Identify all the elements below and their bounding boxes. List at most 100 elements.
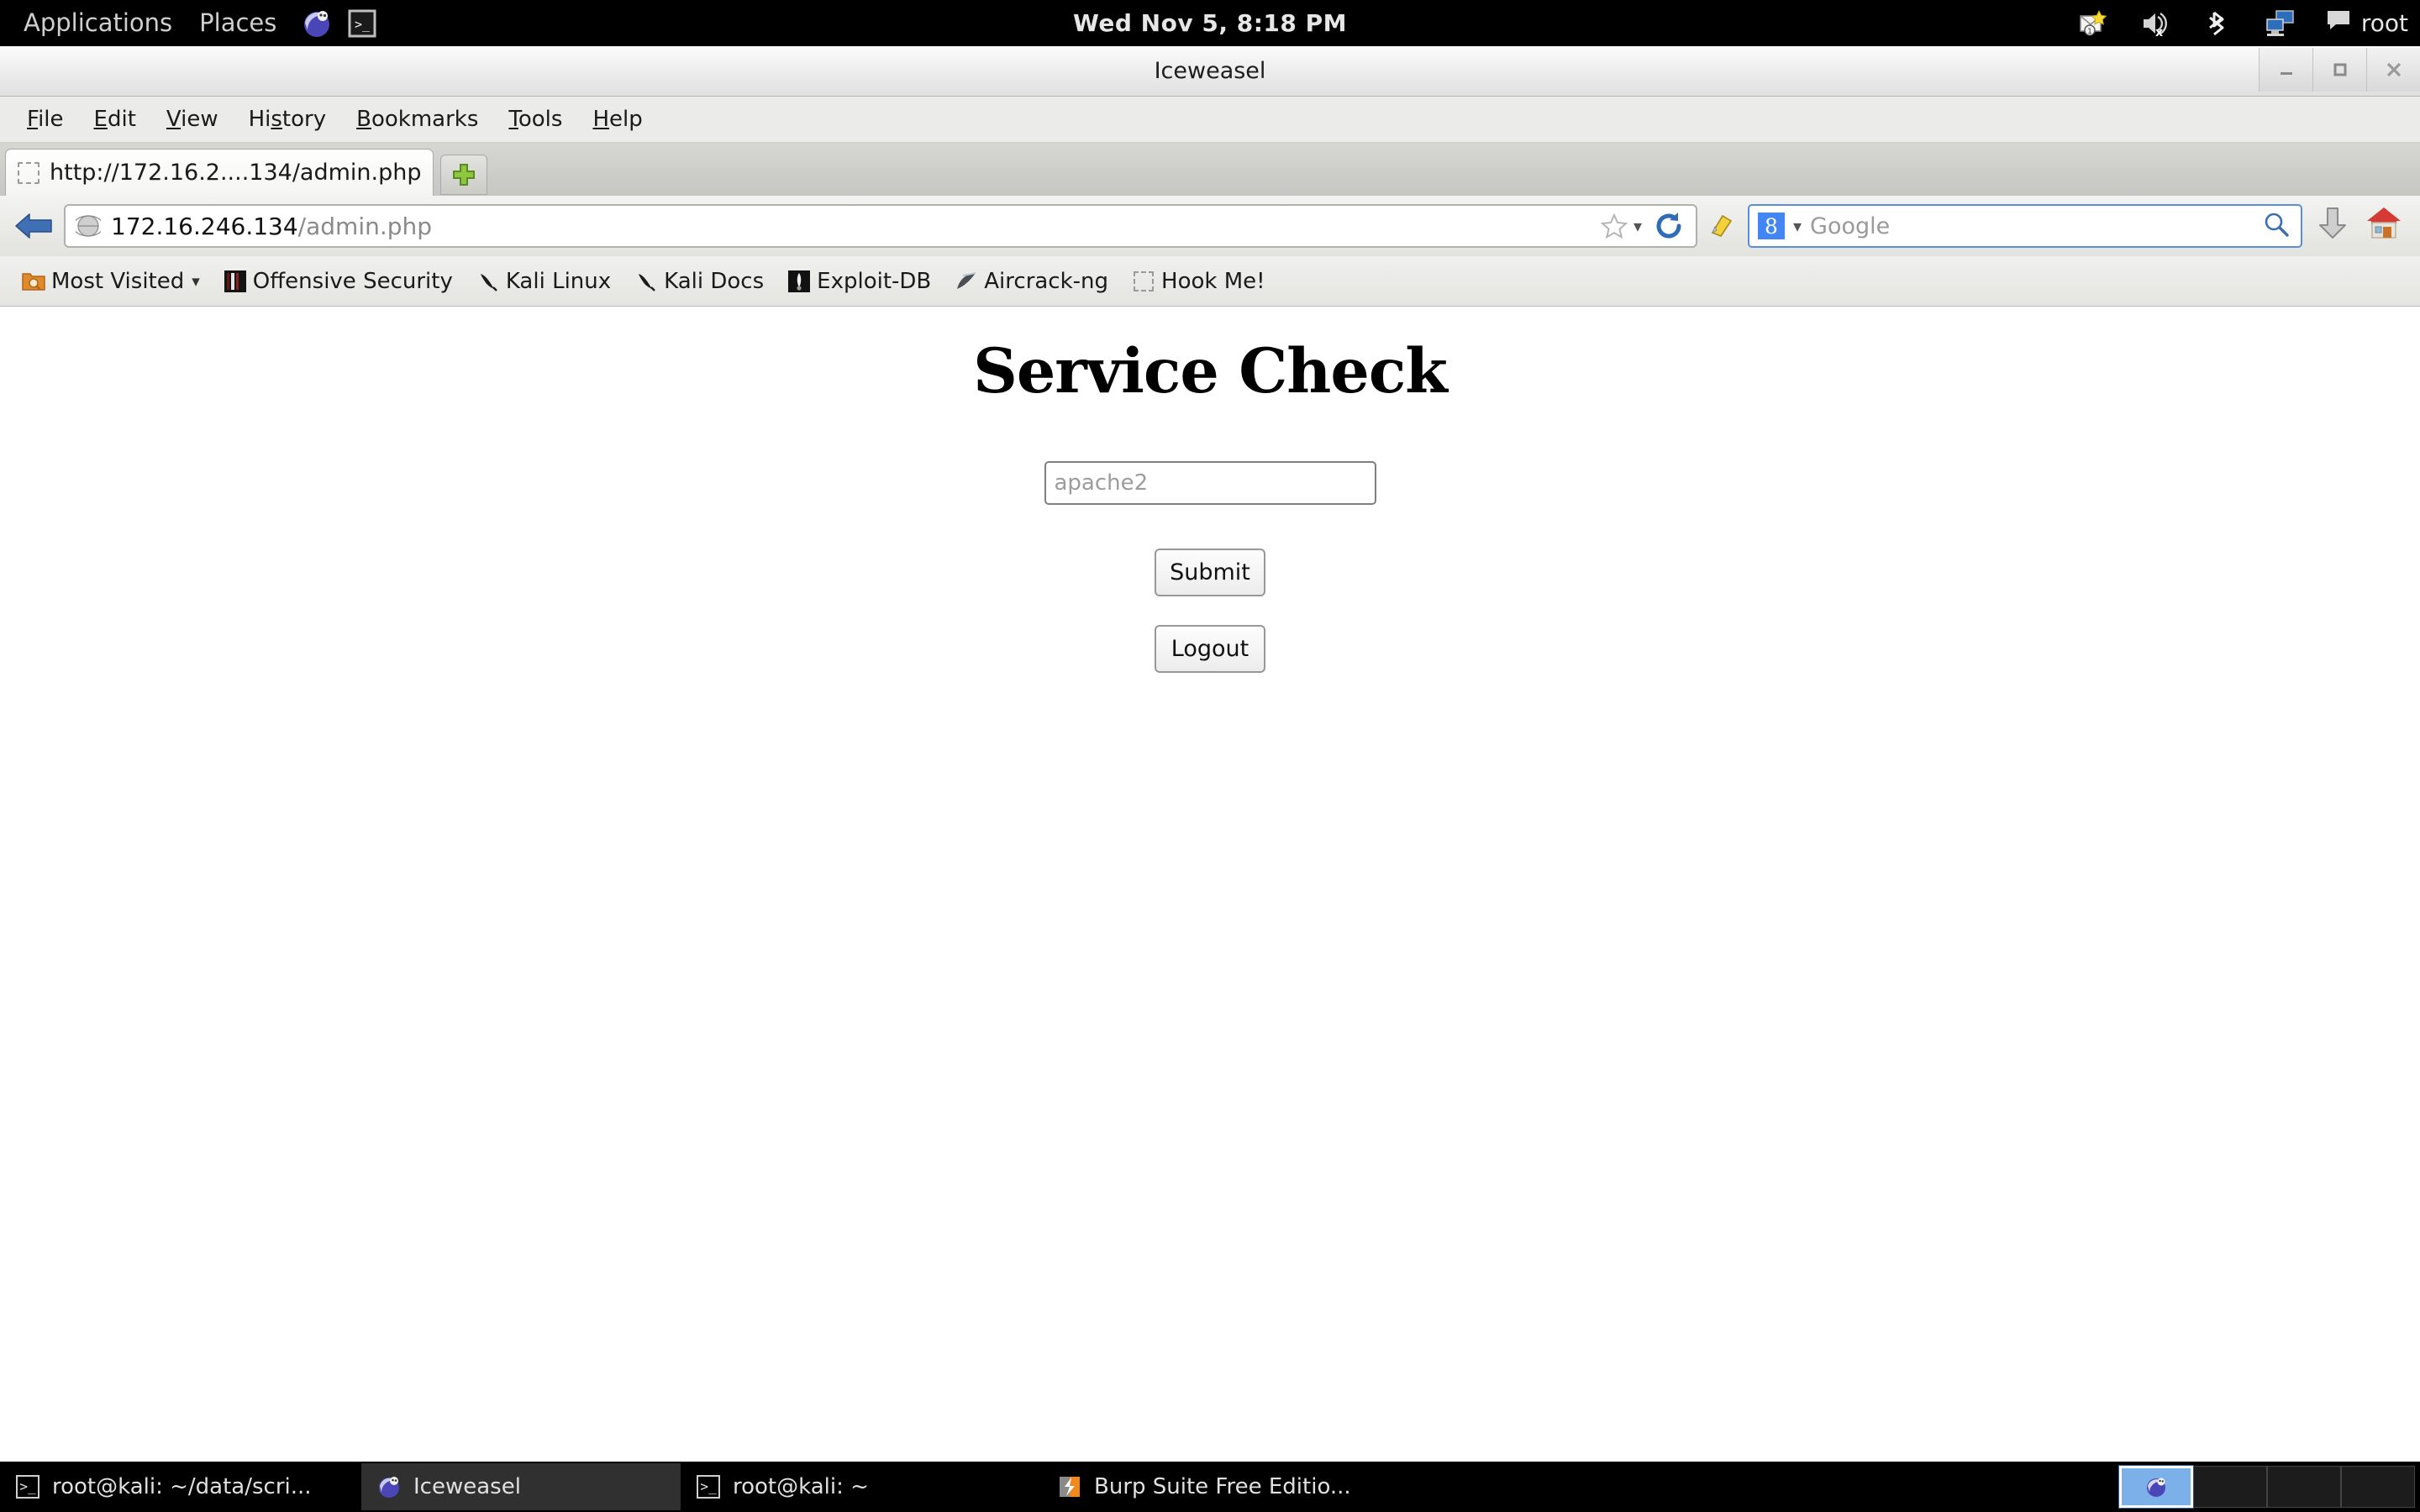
- menu-help[interactable]: Help: [577, 97, 657, 143]
- tab-admin-php[interactable]: http://172.16.2....134/admin.php: [5, 149, 434, 196]
- user-menu[interactable]: root: [2326, 9, 2408, 37]
- task-label: Iceweasel: [413, 1474, 521, 1499]
- task-label: root@kali: ~: [733, 1474, 869, 1499]
- logout-button[interactable]: Logout: [1155, 625, 1265, 673]
- downloads-button[interactable]: [2316, 206, 2356, 246]
- search-go-icon[interactable]: [2262, 211, 2292, 241]
- blank-favicon-icon: [1132, 270, 1155, 293]
- bookmarks-toolbar: Most Visited ▾ Offensive Security Kali L…: [0, 256, 2420, 307]
- bookmark-star-icon[interactable]: [1600, 212, 1628, 240]
- window-controls: [2259, 48, 2420, 95]
- task-iceweasel[interactable]: Iceweasel: [361, 1463, 681, 1510]
- gnome-top-panel: Applications Places >_ Wed Nov 5, 8:18 P…: [0, 0, 2420, 46]
- aircrack-ng-icon: [955, 270, 978, 293]
- two-monitors-icon[interactable]: [2264, 7, 2297, 40]
- bookmark-label: Exploit-DB: [817, 268, 932, 294]
- search-input[interactable]: Google: [1810, 213, 2254, 239]
- menu-view[interactable]: View: [151, 97, 234, 143]
- most-visited-folder-icon: [22, 270, 45, 293]
- bookmark-label: Hook Me!: [1161, 268, 1265, 294]
- search-engine-chevron-icon[interactable]: ▾: [1793, 216, 1802, 236]
- burp-icon: [1057, 1474, 1082, 1499]
- terminal-launcher-icon[interactable]: >_: [344, 5, 381, 42]
- bookmark-exploit-db[interactable]: Exploit-DB: [777, 265, 941, 297]
- panel-left-group: Applications Places >_: [0, 0, 381, 46]
- bookmark-kali-docs[interactable]: Kali Docs: [624, 265, 774, 297]
- workspace-2[interactable]: [2193, 1466, 2267, 1508]
- speaker-mute-icon[interactable]: x: [2139, 7, 2173, 40]
- google-engine-icon[interactable]: 8: [1758, 213, 1785, 239]
- task-burpsuite[interactable]: Burp Suite Free Editio...: [1042, 1463, 1403, 1510]
- url-text: 172.16.246.134/admin.php: [111, 213, 1590, 240]
- chevron-down-icon[interactable]: ▾: [1634, 216, 1642, 236]
- service-name-input[interactable]: [1044, 461, 1376, 505]
- submit-row: Submit: [0, 505, 2420, 596]
- urlbar-actions: ▾: [1600, 209, 1686, 243]
- globe-identity-icon[interactable]: [72, 213, 104, 239]
- blank-favicon-icon: [18, 161, 39, 184]
- workspace-3[interactable]: [2267, 1466, 2341, 1508]
- panel-tray: 1 x root: [2077, 7, 2408, 40]
- maximize-button[interactable]: [2312, 48, 2366, 92]
- places-menu[interactable]: Places: [186, 0, 290, 46]
- workspace-4[interactable]: [2341, 1466, 2415, 1508]
- bookmark-aircrack-ng[interactable]: Aircrack-ng: [944, 265, 1118, 297]
- offensive-security-icon: [224, 270, 247, 293]
- bluetooth-icon[interactable]: [2202, 7, 2235, 40]
- workspace-switcher: [2118, 1464, 2415, 1509]
- menu-bookmarks[interactable]: Bookmarks: [341, 97, 493, 143]
- kali-dragon-icon: [476, 270, 500, 293]
- applications-menu[interactable]: Applications: [10, 0, 186, 46]
- terminal-icon: >_: [15, 1474, 40, 1499]
- close-button[interactable]: [2366, 48, 2420, 92]
- clock-text: Wed Nov 5, 8:18 PM: [1073, 9, 1347, 37]
- bookmark-most-visited[interactable]: Most Visited ▾: [12, 265, 210, 297]
- new-tab-button[interactable]: [440, 155, 488, 195]
- feed-subscribe-icon[interactable]: [1706, 209, 1739, 243]
- back-button[interactable]: [12, 204, 55, 248]
- bookmark-label: Kali Linux: [505, 268, 612, 294]
- browser-tabbar: http://172.16.2....134/admin.php: [0, 143, 2420, 196]
- svg-text:x: x: [2155, 26, 2163, 37]
- bookmark-label: Kali Docs: [664, 268, 765, 294]
- search-bar[interactable]: 8 ▾ Google: [1748, 204, 2302, 248]
- url-domain: 172.16.246.134: [111, 212, 298, 240]
- browser-menubar: File Edit View History Bookmarks Tools H…: [0, 97, 2420, 143]
- username-label: root: [2360, 9, 2408, 37]
- menu-edit[interactable]: Edit: [79, 97, 151, 143]
- submit-button[interactable]: Submit: [1155, 549, 1265, 596]
- window-title: Iceweasel: [1154, 58, 1266, 84]
- menu-tools[interactable]: Tools: [493, 97, 577, 143]
- iceweasel-icon: [376, 1474, 402, 1499]
- browser-titlebar: Iceweasel: [0, 46, 2420, 97]
- iceweasel-launcher-icon[interactable]: [298, 5, 335, 42]
- terminal-icon: >_: [696, 1474, 721, 1499]
- menu-history[interactable]: History: [234, 97, 342, 143]
- chevron-down-icon[interactable]: ▾: [192, 272, 200, 291]
- reload-button[interactable]: [1652, 209, 1686, 243]
- url-path: /admin.php: [297, 212, 433, 240]
- bookmark-label: Offensive Security: [252, 268, 453, 294]
- bookmark-label: Aircrack-ng: [984, 268, 1109, 294]
- task-terminal-1[interactable]: >_ root@kali: ~/data/scri...: [0, 1463, 361, 1510]
- chat-bubble-icon: [2326, 9, 2351, 37]
- workspace-1[interactable]: [2118, 1465, 2194, 1509]
- svg-text:>_: >_: [355, 17, 371, 32]
- task-label: root@kali: ~/data/scri...: [52, 1474, 312, 1499]
- bookmark-label: Most Visited: [51, 268, 185, 294]
- service-check-form: Submit Logout: [0, 461, 2420, 673]
- browser-navigation-toolbar: 172.16.246.134/admin.php ▾ 8 ▾ Google: [0, 196, 2420, 256]
- svg-text:1: 1: [2087, 28, 2092, 36]
- bookmark-kali-linux[interactable]: Kali Linux: [466, 265, 621, 297]
- home-button[interactable]: [2365, 204, 2408, 248]
- exploit-db-icon: [787, 270, 811, 293]
- bookmark-hook-me[interactable]: Hook Me!: [1122, 265, 1276, 297]
- url-bar[interactable]: 172.16.246.134/admin.php ▾: [64, 204, 1697, 248]
- minimize-button[interactable]: [2259, 48, 2312, 92]
- bookmark-offensive-security[interactable]: Offensive Security: [213, 265, 463, 297]
- kali-dragon-icon: [634, 270, 658, 293]
- menu-file[interactable]: File: [12, 97, 79, 143]
- task-terminal-2[interactable]: >_ root@kali: ~: [681, 1463, 1042, 1510]
- envelope-star-icon[interactable]: 1: [2077, 7, 2111, 40]
- page-content: Service Check Submit Logout: [0, 307, 2420, 1462]
